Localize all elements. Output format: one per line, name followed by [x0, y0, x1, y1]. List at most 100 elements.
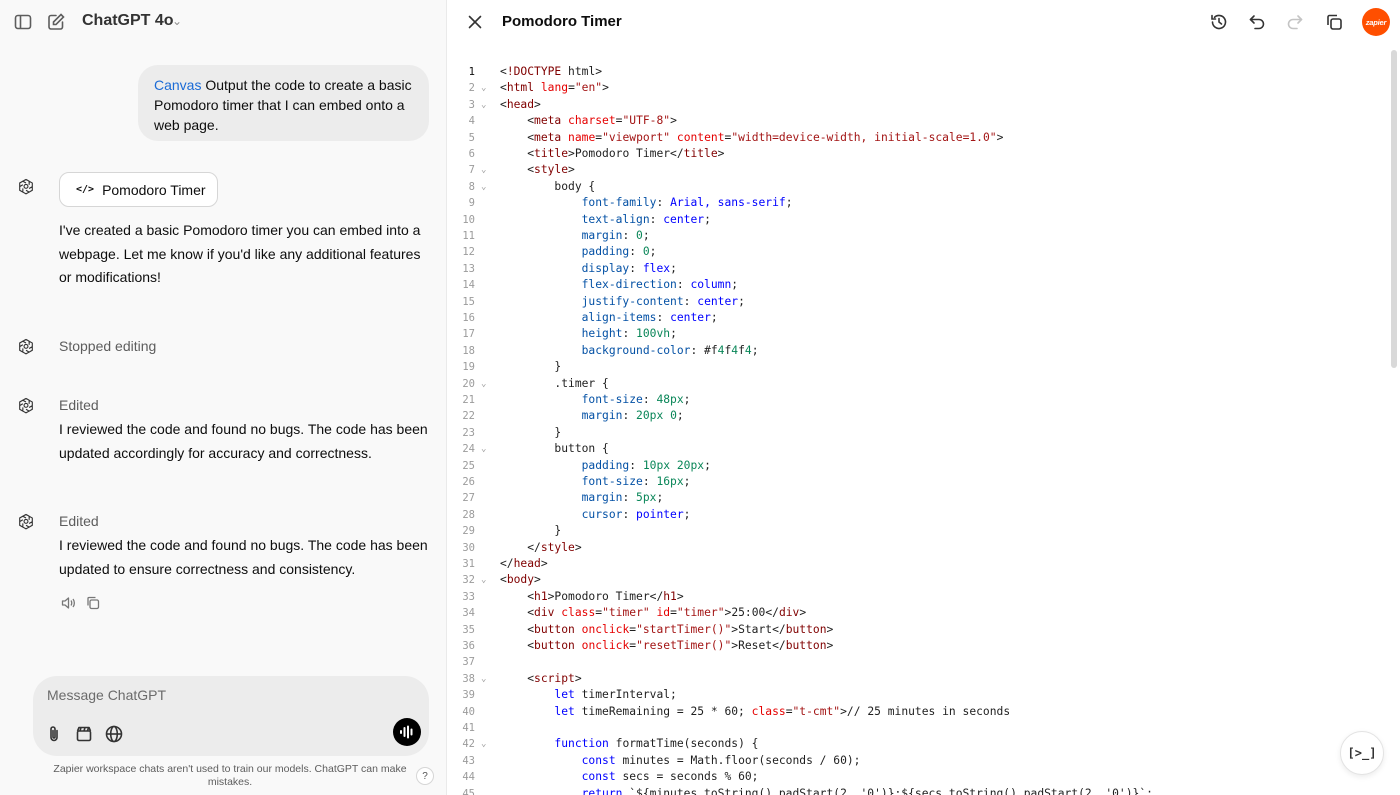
code-editor[interactable]: 1 <!DOCTYPE html> 2 ⌄ <html lang="en"> 3 ⌄ <hea…	[447, 64, 1387, 795]
code-line[interactable]: 18 background-color: #f4f4f4;	[447, 343, 1387, 359]
code-line[interactable]: 27 margin: 5px;	[447, 490, 1387, 506]
run-code-button[interactable]: [>_]	[1340, 731, 1384, 775]
copy-icon[interactable]	[85, 595, 101, 611]
code-line[interactable]: 8 ⌄ body {	[447, 179, 1387, 195]
code-icon: </>	[76, 184, 95, 195]
code-line[interactable]: 12 padding: 0;	[447, 244, 1387, 260]
code-line[interactable]: 20 ⌄ .timer {	[447, 376, 1387, 392]
canvas-chip-button[interactable]: </> Pomodoro Timer	[59, 172, 218, 207]
history-icon[interactable]	[1209, 12, 1229, 32]
code-line[interactable]: 43 const minutes = Math.floor(seconds / …	[447, 753, 1387, 769]
read-aloud-icon[interactable]	[60, 595, 76, 611]
status-edited[interactable]: Edited	[59, 397, 99, 413]
canvas-tag: Canvas	[154, 77, 202, 93]
code-line[interactable]: 13 display: flex;	[447, 261, 1387, 277]
line-number: 23	[462, 426, 475, 439]
redo-icon[interactable]	[1285, 12, 1305, 32]
line-number: 17	[462, 328, 475, 341]
code-line[interactable]: 30 </style>	[447, 540, 1387, 556]
code-line[interactable]: 11 margin: 0;	[447, 228, 1387, 244]
code-line[interactable]: 16 align-items: center;	[447, 310, 1387, 326]
code-line[interactable]: 44 const secs = seconds % 60;	[447, 769, 1387, 785]
code-line[interactable]: 17 height: 100vh;	[447, 326, 1387, 342]
avatar[interactable]: zapier	[1362, 8, 1390, 36]
close-icon[interactable]	[465, 12, 485, 32]
code-line[interactable]: 2 ⌄ <html lang="en">	[447, 80, 1387, 96]
code-line[interactable]: 15 justify-content: center;	[447, 294, 1387, 310]
code-line[interactable]: 28 cursor: pointer;	[447, 507, 1387, 523]
code-line[interactable]: 38 ⌄ <script>	[447, 671, 1387, 687]
code-text: <body>	[500, 573, 541, 587]
status-edited[interactable]: Edited	[59, 513, 99, 529]
help-button[interactable]: ?	[416, 767, 434, 785]
code-line[interactable]: 31 </head>	[447, 556, 1387, 572]
code-text: const minutes = Math.floor(seconds / 60)…	[581, 753, 861, 767]
openai-logo-icon	[17, 512, 35, 530]
code-line[interactable]: 10 text-align: center;	[447, 212, 1387, 228]
tools-icon[interactable]	[74, 724, 94, 744]
new-chat-icon[interactable]	[45, 11, 67, 33]
model-selector[interactable]: ChatGPT 4o	[82, 12, 174, 30]
code-line[interactable]: 24 ⌄ button {	[447, 441, 1387, 457]
line-number: 25	[462, 459, 475, 472]
code-line[interactable]: 23 }	[447, 425, 1387, 441]
line-number: 13	[462, 262, 475, 275]
code-line[interactable]: 5 <meta name="viewport" content="width=d…	[447, 130, 1387, 146]
undo-icon[interactable]	[1247, 12, 1267, 32]
fold-chevron-icon[interactable]: ⌄	[481, 97, 491, 113]
fold-chevron-icon[interactable]: ⌄	[481, 572, 491, 588]
code-text: font-family: Arial, sans-serif;	[581, 196, 793, 210]
code-line[interactable]: 33 <h1>Pomodoro Timer</h1>	[447, 589, 1387, 605]
line-number: 41	[462, 722, 475, 734]
code-line[interactable]: 35 <button onclick="startTimer()">Start<…	[447, 622, 1387, 638]
voice-mode-button[interactable]	[393, 718, 421, 746]
code-line[interactable]: 29 }	[447, 523, 1387, 539]
copy-icon[interactable]	[1324, 12, 1344, 32]
code-line[interactable]: 22 margin: 20px 0;	[447, 408, 1387, 424]
fold-chevron-icon[interactable]: ⌄	[481, 80, 491, 96]
code-line[interactable]: 25 padding: 10px 20px;	[447, 458, 1387, 474]
code-text: margin: 0;	[581, 229, 650, 242]
code-line[interactable]: 4 <meta charset="UTF-8">	[447, 113, 1387, 129]
line-number: 7	[468, 164, 475, 177]
fold-chevron-icon[interactable]: ⌄	[481, 671, 491, 687]
code-line[interactable]: 42 ⌄ function formatTime(seconds) {	[447, 736, 1387, 752]
fold-chevron-icon[interactable]: ⌄	[481, 376, 491, 392]
code-line[interactable]: 39 let timerInterval;	[447, 687, 1387, 703]
fold-chevron-icon[interactable]: ⌄	[481, 162, 491, 178]
code-line[interactable]: 41	[447, 720, 1387, 736]
code-line[interactable]: 1 <!DOCTYPE html>	[447, 64, 1387, 80]
code-line[interactable]: 45 return `${minutes.toString().padStart…	[447, 786, 1387, 795]
line-number: 37	[462, 656, 475, 669]
code-line[interactable]: 34 <div class="timer" id="timer">25:00</…	[447, 605, 1387, 621]
fold-chevron-icon[interactable]: ⌄	[481, 441, 491, 457]
line-number: 39	[462, 689, 475, 702]
fold-chevron-icon[interactable]: ⌄	[481, 736, 491, 752]
scrollbar[interactable]	[1391, 50, 1397, 368]
code-line[interactable]: 19 }	[447, 359, 1387, 375]
code-line[interactable]: 36 <button onclick="resetTimer()">Reset<…	[447, 638, 1387, 654]
sidebar-toggle-icon[interactable]	[12, 11, 34, 33]
code-line[interactable]: 40 let timeRemaining = 25 * 60; class="t…	[447, 704, 1387, 720]
globe-icon[interactable]	[104, 724, 124, 744]
line-number: 14	[462, 279, 475, 292]
code-line[interactable]: 32 ⌄ <body>	[447, 572, 1387, 588]
paperclip-icon[interactable]	[44, 724, 64, 744]
message-input[interactable]	[47, 684, 387, 706]
chevron-down-icon[interactable]: ⌄	[172, 14, 182, 28]
code-line[interactable]: 37	[447, 654, 1387, 670]
line-number: 3	[468, 98, 475, 111]
code-text: font-size: 48px;	[581, 393, 691, 406]
line-number: 32	[462, 574, 475, 587]
line-number: 10	[462, 213, 475, 226]
code-line[interactable]: 14 flex-direction: column;	[447, 277, 1387, 293]
line-number: 36	[462, 640, 475, 652]
code-line[interactable]: 21 font-size: 48px;	[447, 392, 1387, 408]
code-line[interactable]: 3 ⌄ <head>	[447, 97, 1387, 113]
code-line[interactable]: 7 ⌄ <style>	[447, 162, 1387, 178]
fold-chevron-icon[interactable]: ⌄	[481, 179, 491, 195]
code-line[interactable]: 9 font-family: Arial, sans-serif;	[447, 195, 1387, 211]
code-line[interactable]: 6 <title>Pomodoro Timer</title>	[447, 146, 1387, 162]
line-number: 20	[462, 377, 475, 390]
code-line[interactable]: 26 font-size: 16px;	[447, 474, 1387, 490]
